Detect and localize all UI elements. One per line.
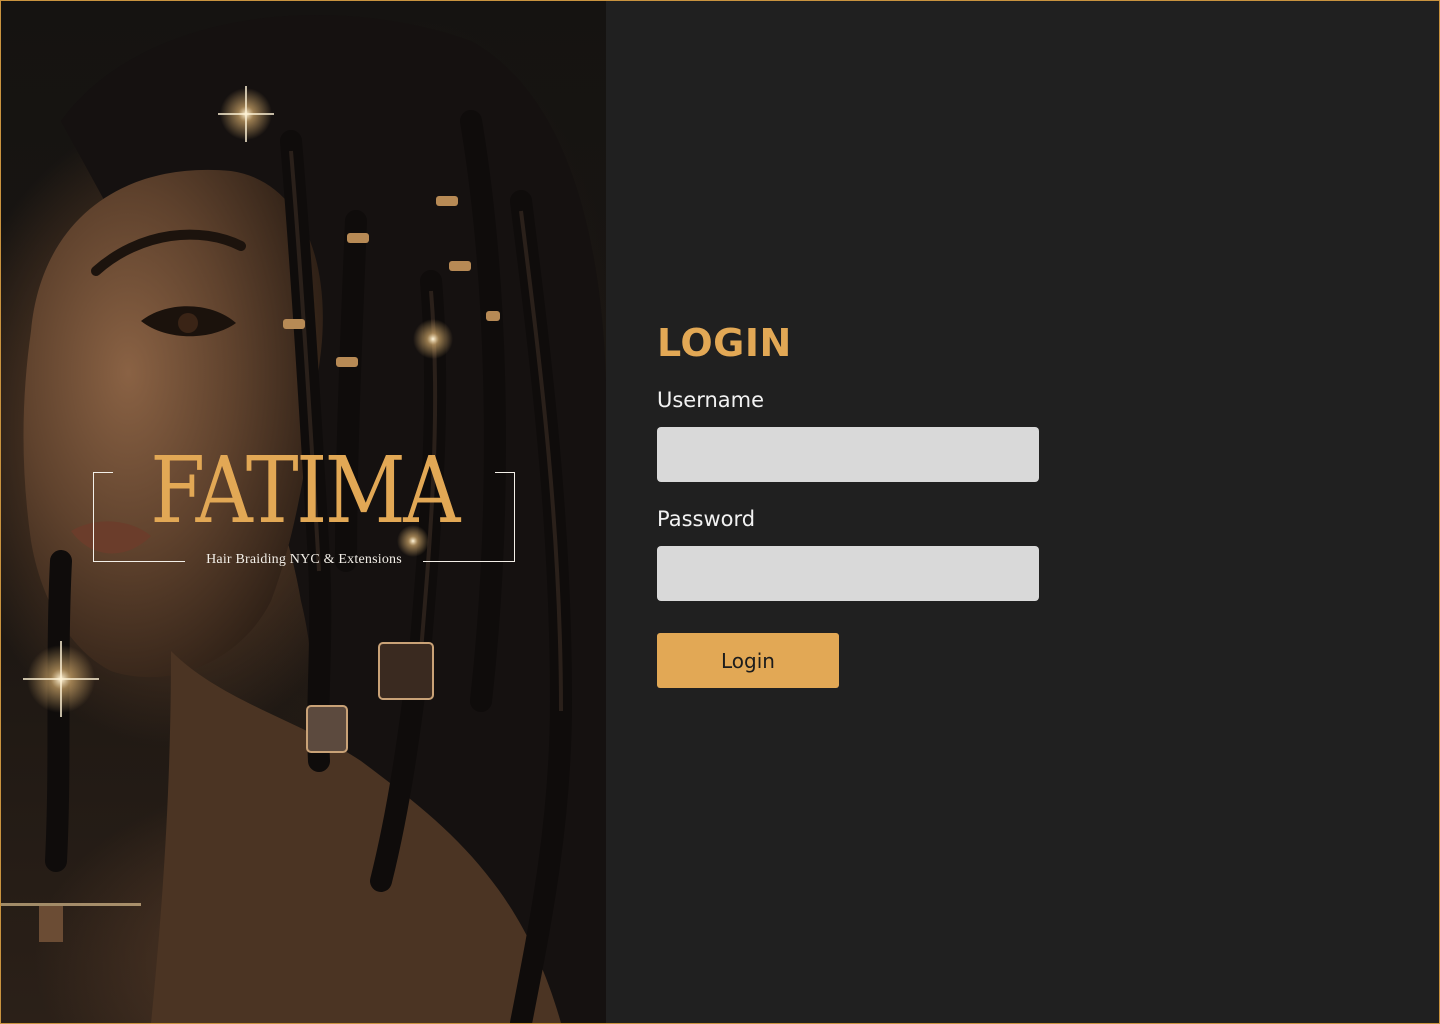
username-input[interactable] <box>657 427 1039 482</box>
password-label: Password <box>657 507 756 531</box>
logo-corner-left <box>93 472 113 562</box>
hero-panel: FATIMA Hair Braiding NYC & Extensions <box>1 1 606 1023</box>
page-frame: FATIMA Hair Braiding NYC & Extensions LO… <box>0 0 1440 1024</box>
logo-corner-right <box>495 472 515 562</box>
password-input[interactable] <box>657 546 1039 601</box>
brand-wordmark: FATIMA <box>150 437 460 544</box>
login-title: LOGIN <box>657 321 792 365</box>
brand-logo: FATIMA Hair Braiding NYC & Extensions <box>91 441 517 567</box>
brand-tagline: Hair Braiding NYC & Extensions <box>206 552 402 567</box>
login-button[interactable]: Login <box>657 633 839 688</box>
username-label: Username <box>657 388 765 412</box>
login-form: LOGIN Username Password Login <box>657 319 1039 688</box>
